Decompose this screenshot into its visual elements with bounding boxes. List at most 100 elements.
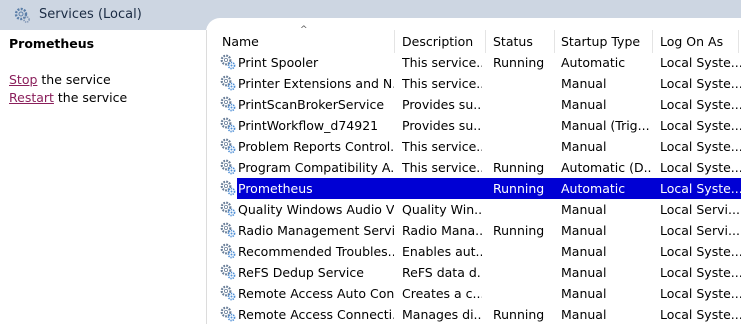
table-row[interactable]: PrintWorkflow_d74921 Provides su... Manual… <box>217 115 741 136</box>
service-logon-cell: Local Syste... <box>660 160 741 175</box>
column-header-startup-type[interactable]: Startup Type <box>561 34 640 49</box>
stop-service-action: Stop the service <box>9 72 111 87</box>
stop-action-text: the service <box>37 72 111 87</box>
service-startup-type-cell: Manual <box>561 307 607 322</box>
service-logon-cell: Local Syste... <box>660 118 741 133</box>
table-row[interactable]: Recommended Troubles... Enables aut... Man… <box>217 241 741 262</box>
service-description-cell: This service... <box>402 55 482 70</box>
service-description-cell: This service... <box>402 160 482 175</box>
table-row[interactable]: PrintScanBrokerService Provides su... Manu… <box>217 94 741 115</box>
column-header-status[interactable]: Status <box>493 34 533 49</box>
service-name-cell: Problem Reports Control... <box>238 139 394 154</box>
service-description-cell: Radio Mana... <box>402 223 482 238</box>
table-row[interactable]: ReFS Dedup Service ReFS data d... Manual Lo… <box>217 262 741 283</box>
service-gears-icon <box>220 222 236 238</box>
service-logon-cell: Local Syste... <box>660 139 741 154</box>
service-startup-type-cell: Manual <box>561 223 607 238</box>
service-description-cell: Enables aut... <box>402 244 482 259</box>
table-row[interactable]: Remote Access Auto Con... Creates a c... M… <box>217 283 741 304</box>
service-logon-cell: Local Syste... <box>660 244 741 259</box>
service-gears-icon <box>220 117 236 133</box>
service-startup-type-cell: Automatic <box>561 181 626 196</box>
service-status-cell: Running <box>493 160 545 175</box>
restart-link[interactable]: Restart <box>9 90 54 105</box>
service-status-cell: Running <box>493 55 545 70</box>
selected-service-name: Prometheus <box>9 36 95 51</box>
service-status-cell: Running <box>493 181 545 196</box>
service-name-cell: Recommended Troubles... <box>238 244 394 259</box>
service-name-cell: Program Compatibility A... <box>238 160 394 175</box>
service-logon-cell: Local Syste... <box>660 286 741 301</box>
service-gears-icon <box>220 285 236 301</box>
service-startup-type-cell: Manual (Trig... <box>561 118 650 133</box>
service-name-cell: Remote Access Auto Con... <box>238 286 394 301</box>
service-gears-icon <box>220 159 236 175</box>
service-gears-icon <box>220 54 236 70</box>
service-name-cell: ReFS Dedup Service <box>238 265 364 280</box>
service-name-cell: Quality Windows Audio V... <box>238 202 394 217</box>
service-logon-cell: Local Syste... <box>660 97 741 112</box>
column-header-log-on-as[interactable]: Log On As <box>660 34 723 49</box>
service-startup-type-cell: Manual <box>561 265 607 280</box>
service-logon-cell: Local Syste... <box>660 76 741 91</box>
table-row[interactable]: Prometheus Running Automatic Local Syste... <box>217 178 741 199</box>
restart-service-action: Restart the service <box>9 90 127 105</box>
column-header-name[interactable]: Name <box>222 34 259 49</box>
service-startup-type-cell: Manual <box>561 76 607 91</box>
service-status-cell: Running <box>493 223 545 238</box>
service-logon-cell: Local Syste... <box>660 265 741 280</box>
table-header: ^ Name Description Status Startup Type L… <box>217 25 741 53</box>
service-gears-icon <box>220 243 236 259</box>
service-gears-icon <box>220 138 236 154</box>
service-gears-icon <box>220 201 236 217</box>
service-startup-type-cell: Manual <box>561 139 607 154</box>
table-row[interactable]: Remote Access Connecti... Manages di... Ru… <box>217 304 741 325</box>
service-gears-icon <box>220 264 236 280</box>
table-row[interactable]: Radio Management Servi... Radio Mana... Ru… <box>217 220 741 241</box>
service-logon-cell: Local Servi... <box>660 223 740 238</box>
service-gears-icon <box>220 96 236 112</box>
table-row[interactable]: Quality Windows Audio V... Quality Win...… <box>217 199 741 220</box>
column-header-description[interactable]: Description <box>402 34 473 49</box>
restart-action-text: the service <box>53 90 128 105</box>
sort-ascending-icon: ^ <box>300 25 308 35</box>
service-name-cell: Print Spooler <box>238 55 319 70</box>
column-divider[interactable] <box>652 30 653 53</box>
table-row[interactable]: Print Spooler This service... Running Autom… <box>217 52 741 73</box>
column-divider[interactable] <box>554 30 555 53</box>
service-name-cell: Prometheus <box>238 181 313 196</box>
service-description-cell: Provides su... <box>402 97 482 112</box>
service-gears-icon <box>220 75 236 91</box>
service-name-cell: PrintScanBrokerService <box>238 97 385 112</box>
service-startup-type-cell: Manual <box>561 244 607 259</box>
service-description-cell: Creates a c... <box>402 286 482 301</box>
service-startup-type-cell: Automatic (D... <box>561 160 651 175</box>
service-logon-cell: Local Syste... <box>660 181 741 196</box>
service-name-cell: Remote Access Connecti... <box>238 307 394 322</box>
window-title: Services (Local) <box>39 7 142 22</box>
table-row[interactable]: Printer Extensions and N... This service.… <box>217 73 741 94</box>
service-startup-type-cell: Manual <box>561 286 607 301</box>
service-name-cell: Radio Management Servi... <box>238 223 394 238</box>
column-divider[interactable] <box>738 30 739 53</box>
column-divider[interactable] <box>394 30 395 53</box>
service-description-cell: Quality Win... <box>402 202 482 217</box>
table-row[interactable]: Program Compatibility A... This service..… <box>217 157 741 178</box>
service-description-cell: ReFS data d... <box>402 265 482 280</box>
table-row[interactable]: Problem Reports Control... This service..… <box>217 136 741 157</box>
services-table: ^ Name Description Status Startup Type L… <box>217 25 741 325</box>
service-gears-icon <box>220 306 236 322</box>
service-status-cell: Running <box>493 307 545 322</box>
service-name-cell: Printer Extensions and N... <box>238 76 394 91</box>
service-name-cell: PrintWorkflow_d74921 <box>238 118 379 133</box>
service-logon-cell: Local Syste... <box>660 307 741 322</box>
stop-link[interactable]: Stop <box>9 72 37 87</box>
service-description-cell: This service... <box>402 139 482 154</box>
service-logon-cell: Local Syste... <box>660 55 741 70</box>
column-divider[interactable] <box>485 30 486 53</box>
service-startup-type-cell: Manual <box>561 202 607 217</box>
service-description-cell: Provides su... <box>402 118 482 133</box>
service-description-cell: This service... <box>402 76 482 91</box>
service-startup-type-cell: Automatic <box>561 55 626 70</box>
service-gears-icon <box>220 180 236 196</box>
